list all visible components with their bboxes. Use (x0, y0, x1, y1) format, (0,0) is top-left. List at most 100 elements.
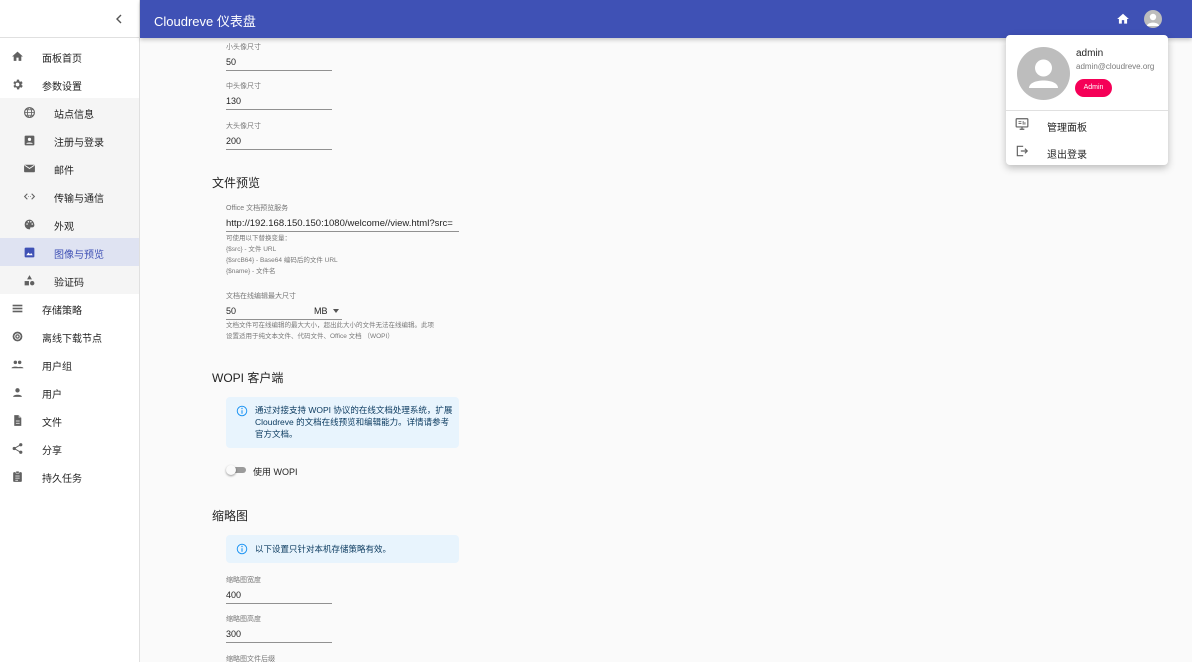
alert-line: 通过对接支持 WOPI 协议的在线文档处理系统，扩展 (255, 405, 453, 415)
field-value[interactable]: 130 (226, 96, 332, 110)
thumbnail-height-field[interactable]: 缩略图高度 300 (226, 614, 332, 643)
avatar-icon (1029, 59, 1058, 88)
medium-avatar-size-field[interactable]: 中头像尺寸 130 (226, 81, 332, 110)
sidebar-item-label: 邮件 (54, 166, 74, 177)
field-value[interactable]: 50 (226, 57, 332, 71)
menu-avatar (1017, 47, 1070, 100)
avatar-icon (1147, 13, 1159, 26)
image-icon (22, 245, 36, 259)
max-edit-size-field[interactable]: 文档在线编辑最大尺寸 50 MB (226, 291, 342, 320)
sidebar-item-label: 面板首页 (42, 54, 82, 65)
sidebar-item-label: 外观 (54, 222, 74, 233)
sidebar-item-label: 分享 (42, 446, 62, 457)
sidebar-item-transfer[interactable]: 传输与通信 (0, 182, 139, 210)
sidebar-item-image-preview[interactable]: 图像与预览 (0, 238, 139, 266)
info-icon (236, 543, 248, 555)
sidebar-item-label: 用户组 (42, 362, 72, 373)
field-value[interactable]: 200 (226, 136, 332, 150)
sidebar-item-site-info[interactable]: 站点信息 (0, 98, 139, 126)
sidebar-item-user-groups[interactable]: 用户组 (0, 350, 139, 378)
small-avatar-size-field[interactable]: 小头像尺寸 50 (226, 42, 332, 71)
app-bar: Cloudreve 仪表盘 (140, 0, 1192, 38)
max-edit-size-help: 文档文件可在线编辑的最大大小，超出此大小的文件无法在线编辑。此项 设置适用于纯文… (226, 320, 434, 342)
code-arrows-icon (22, 189, 36, 203)
sidebar-item-label: 存储策略 (42, 306, 82, 317)
help-line: 可使用以下替换变量： (226, 235, 291, 242)
person-icon (10, 385, 24, 399)
office-preview-field[interactable]: Office 文档预览服务 http://192.168.150.150:108… (226, 203, 459, 232)
sidebar-item-label: 用户 (42, 390, 62, 401)
sidebar-item-register-login[interactable]: 注册与登录 (0, 126, 139, 154)
menu-item-dashboard[interactable]: 管理面板 (1006, 112, 1168, 136)
large-avatar-size-field[interactable]: 大头像尺寸 200 (226, 121, 332, 150)
file-icon (10, 413, 24, 427)
storage-icon (10, 301, 24, 315)
menu-divider (1006, 110, 1168, 111)
user-email: admin@cloudreve.org (1076, 62, 1155, 71)
alert-text: 通过对接支持 WOPI 协议的在线文档处理系统，扩展 Cloudreve 的文档… (255, 404, 452, 440)
thumbnail-width-field[interactable]: 缩略图宽度 400 (226, 575, 332, 604)
help-line: 设置适用于纯文本文件、代码文件、Office 文档 （WOPI） (226, 333, 394, 340)
sidebar-item-settings[interactable]: 参数设置 (0, 70, 139, 98)
palette-icon (22, 217, 36, 231)
sidebar-item-label: 图像与预览 (54, 250, 104, 261)
sidebar-item-mail[interactable]: 邮件 (0, 154, 139, 182)
max-edit-size-value[interactable]: 50 (226, 306, 236, 316)
wopi-info-alert: 通过对接支持 WOPI 协议的在线文档处理系统，扩展 Cloudreve 的文档… (226, 397, 459, 448)
field-label: 小头像尺寸 (226, 44, 261, 51)
home-icon (10, 49, 24, 63)
switch-thumb[interactable] (226, 465, 236, 475)
chevron-left-icon (116, 14, 122, 24)
unit-select[interactable]: MB (314, 306, 340, 316)
sidebar-item-label: 站点信息 (54, 110, 94, 121)
field-label: 缩略图高度 (226, 616, 261, 623)
sidebar-item-tasks[interactable]: 持久任务 (0, 462, 139, 490)
field-value[interactable]: 50 MB (226, 306, 342, 320)
task-icon (10, 469, 24, 483)
shapes-icon (22, 273, 36, 287)
field-value[interactable]: 400 (226, 590, 332, 604)
sidebar-item-storage-policy[interactable]: 存储策略 (0, 294, 139, 322)
field-label: 大头像尺寸 (226, 123, 261, 130)
sidebar-item-captcha[interactable]: 验证码 (0, 266, 139, 294)
avatar-button[interactable] (1144, 10, 1162, 28)
sidebar-item-label: 文件 (42, 418, 62, 429)
sidebar-item-home[interactable]: 面板首页 (0, 42, 139, 70)
sidebar-item-files[interactable]: 文件 (0, 406, 139, 434)
field-value[interactable]: 300 (226, 629, 332, 643)
sidebar: 面板首页 参数设置 站点信息 注册与登录 邮件 传输与通信 外观 图像与预览 验… (0, 0, 140, 662)
replace-vars-help: 可使用以下替换变量： {$src} - 文件 URL {$srcB64} - B… (226, 233, 338, 277)
menu-item-label: 退出登录 (1047, 150, 1087, 161)
sidebar-item-shares[interactable]: 分享 (0, 434, 139, 462)
gear-icon (10, 77, 24, 91)
home-icon (1117, 13, 1129, 24)
share-icon (10, 441, 24, 455)
sidebar-item-label: 离线下载节点 (42, 334, 102, 345)
sidebar-item-appearance[interactable]: 外观 (0, 210, 139, 238)
unit-select-value: MB (314, 306, 328, 316)
thumbnail-suffix-field[interactable]: 缩略图文件后缀 (226, 654, 332, 662)
sidebar-item-download-nodes[interactable]: 离线下载节点 (0, 322, 139, 350)
sidebar-item-label: 传输与通信 (54, 194, 104, 205)
sidebar-item-label: 验证码 (54, 278, 84, 289)
wopi-switch-label[interactable]: 使用 WOPI (253, 465, 298, 478)
field-label: 文档在线编辑最大尺寸 (226, 293, 296, 300)
alert-text: 以下设置只针对本机存储策略有效。 (255, 544, 392, 554)
field-value[interactable]: http://192.168.150.150:1080/welcome//vie… (226, 218, 459, 232)
sidebar-item-label: 参数设置 (42, 82, 82, 93)
page-title: Cloudreve 仪表盘 (154, 14, 256, 29)
download-node-icon (10, 329, 24, 343)
wopi-section-title: WOPI 客户端 (212, 371, 284, 385)
menu-item-logout[interactable]: 退出登录 (1006, 139, 1168, 163)
collapse-sidebar-button[interactable] (111, 11, 127, 27)
wopi-switch[interactable] (226, 465, 246, 475)
caret-down-icon (333, 309, 340, 313)
menu-item-label: 管理面板 (1047, 123, 1087, 134)
home-button[interactable] (1116, 12, 1130, 26)
sidebar-item-users[interactable]: 用户 (0, 378, 139, 406)
group-icon (10, 357, 24, 371)
docs-link[interactable]: 官方文档。 (255, 428, 452, 440)
help-line: 文档文件可在线编辑的最大大小，超出此大小的文件无法在线编辑。此项 (226, 322, 434, 329)
logout-icon (1016, 145, 1029, 157)
help-line: {$src} - 文件 URL (226, 246, 277, 253)
